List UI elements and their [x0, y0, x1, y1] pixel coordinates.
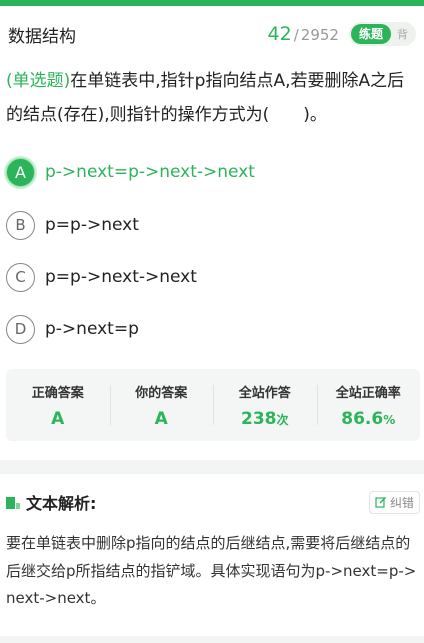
question-stem: (单选题)在单链表中,指针p指向结点A,若要删除A之后的结点(存在),则指针的操… [6, 64, 420, 132]
memorize-mode-button[interactable]: 背 [391, 26, 414, 42]
option-c[interactable]: C p=p->next->next [6, 261, 416, 293]
section-divider [0, 460, 424, 474]
subject-title: 数据结构 [8, 26, 76, 47]
stat-value: A [51, 408, 65, 429]
stat-value: A [154, 408, 168, 429]
option-text: p->next=p [45, 319, 139, 339]
stat-value: 86.6% [341, 409, 395, 429]
analysis-text: 要在单链表中删除p指向的结点的后继结点,需要将后继结点的后继交给p所指结点的指铲… [6, 534, 417, 607]
report-error-label: 纠错 [389, 495, 414, 510]
option-letter-badge: C [6, 262, 35, 292]
correct-answer-stat: 正确答案 A [6, 369, 110, 441]
mode-toggle[interactable]: 练题 背 [348, 22, 416, 46]
stat-label: 全站作答 [238, 385, 291, 401]
option-text: p=p->next [45, 215, 139, 235]
stat-value: 238次 [241, 409, 289, 429]
header: 数据结构 42 / 2952 练题 背 [0, 6, 424, 62]
option-letter-badge: B [6, 210, 35, 240]
analysis-section-icon [6, 495, 20, 509]
option-b[interactable]: B p=p->next [6, 209, 416, 241]
question-counter[interactable]: 42 / 2952 [268, 23, 339, 45]
stat-label: 你的答案 [135, 385, 188, 401]
accuracy-number: 86.6 [341, 408, 384, 429]
bottom-divider [0, 636, 424, 643]
stat-label: 正确答案 [31, 385, 84, 401]
attempts-unit: 次 [276, 412, 289, 427]
site-attempts-stat: 全站作答 238次 [213, 369, 317, 441]
question-type-label: (单选题) [6, 71, 71, 91]
stat-label: 全站正确率 [335, 385, 401, 401]
option-a[interactable]: A p->next=p->next->next [6, 156, 416, 188]
option-text: p->next=p->next->next [45, 162, 255, 182]
site-accuracy-stat: 全站正确率 86.6% [316, 369, 421, 441]
edit-icon [375, 497, 386, 508]
current-question-number: 42 [267, 23, 292, 45]
counter-separator: / [293, 26, 299, 44]
analysis-header: 文本解析: 纠错 [6, 488, 420, 516]
answer-stats-panel: 正确答案 A 你的答案 A 全站作答 238次 全站正确率 86.6% [6, 369, 420, 441]
practice-mode-button[interactable]: 练题 [350, 24, 391, 44]
your-answer-stat: 你的答案 A [109, 369, 214, 441]
option-d[interactable]: D p->next=p [6, 313, 416, 345]
report-error-button[interactable]: 纠错 [368, 490, 420, 514]
attempts-number: 238 [240, 408, 277, 429]
option-letter-badge: D [6, 314, 35, 344]
accuracy-unit: % [383, 412, 396, 427]
total-question-count: 2952 [300, 26, 339, 44]
analysis-title: 文本解析: [26, 494, 97, 513]
option-letter-badge: A [6, 157, 35, 187]
option-text: p=p->next->next [45, 267, 197, 287]
